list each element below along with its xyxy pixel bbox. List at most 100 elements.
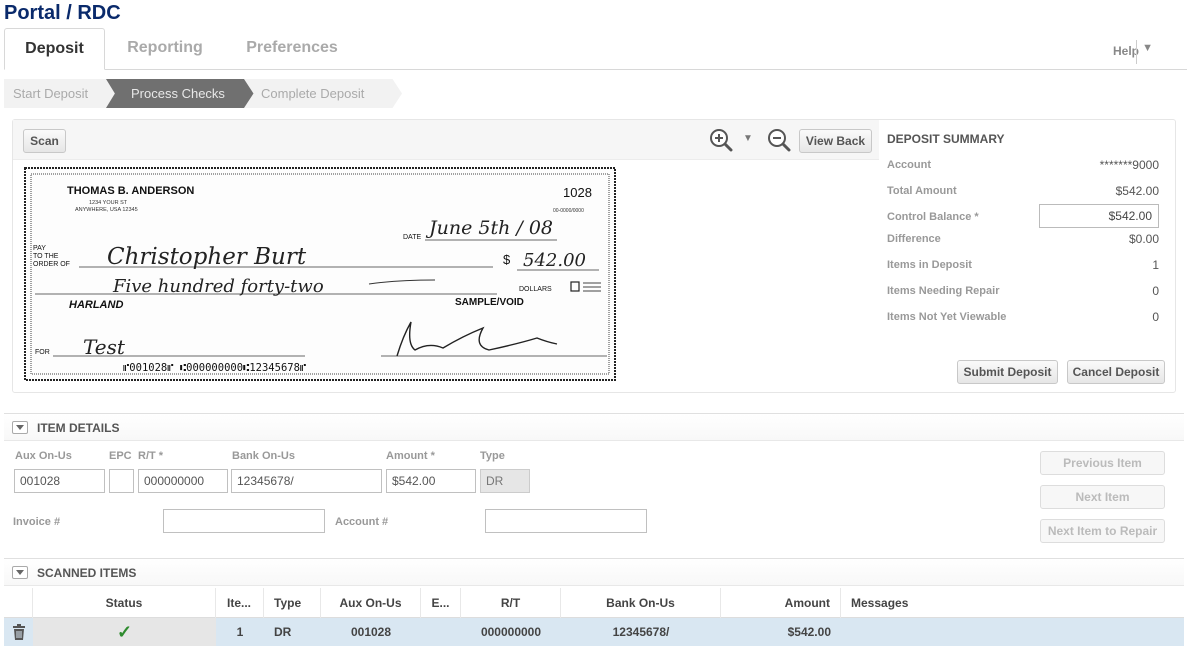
column-header-type[interactable]: Type [264,588,321,618]
epc-label: EPC [109,450,132,462]
summary-repair-label: Items Needing Repair [887,285,1000,297]
summary-items-value: 1 [1152,258,1159,272]
cell-messages [841,618,1184,646]
check-micr-line: ⑈001028⑈ ⑆000000000⑆12345678⑈ [123,362,307,374]
check-toolbar: Scan ▼ View Back [13,120,879,160]
account-number-input[interactable] [485,509,647,533]
summary-account-value: *******9000 [1099,158,1159,172]
step-process-checks: Process Checks [106,79,254,108]
check-fraction-code: 00-0000/0000 [553,208,584,214]
cancel-deposit-button[interactable]: Cancel Deposit [1067,360,1165,384]
type-field [480,469,530,493]
invoice-input[interactable] [163,509,325,533]
column-header-rt[interactable]: R/T [461,588,561,618]
check-dollar-sign: $ [503,252,511,267]
column-header-status[interactable]: Status [33,588,216,618]
summary-account-label: Account [887,159,931,171]
column-header-amount[interactable]: Amount [721,588,841,618]
cell-aux-on-us: 001028 [350,625,392,639]
check-to-the-label: TO THE [33,253,59,260]
step-complete-deposit: Complete Deposit [244,79,402,108]
scanned-items-header: SCANNED ITEMS [4,558,1184,586]
scan-button[interactable]: Scan [23,129,66,153]
epc-input[interactable] [109,469,134,493]
view-back-button[interactable]: View Back [799,129,872,153]
rt-input[interactable] [138,469,228,493]
item-details-header: ITEM DETAILS [4,413,1184,441]
cell-rt: 000000000 [480,625,542,639]
previous-item-button[interactable]: Previous Item [1040,451,1165,475]
account-number-label: Account # [335,516,389,528]
page-title: Portal / RDC [4,2,121,24]
check-memo-handwritten: Test [83,335,126,359]
cell-epc [421,618,461,646]
column-header-epc[interactable]: E... [421,588,461,618]
check-dollars-label: DOLLARS [519,286,552,293]
summary-control-balance-label: Control Balance * [887,211,979,223]
summary-not-viewable-label: Items Not Yet Viewable [887,311,1007,323]
zoom-menu-arrow-icon[interactable]: ▼ [743,133,753,144]
scanned-items-collapse-icon[interactable] [12,566,28,579]
zoom-out-icon[interactable] [767,128,791,152]
next-item-to-repair-button[interactable]: Next Item to Repair [1040,519,1165,543]
aux-on-us-label: Aux On-Us [15,450,72,462]
check-payer-address-line2: ANYWHERE, USA 12345 [75,207,138,213]
summary-repair-value: 0 [1152,284,1159,298]
summary-items-label: Items in Deposit [887,259,972,271]
scanned-items-grid-header: Status Ite... Type Aux On-Us E... R/T Ba… [4,588,1184,618]
deposit-summary-heading: DEPOSIT SUMMARY [887,132,1005,146]
rt-label: R/T * [138,450,164,462]
main-tabs: Deposit Reporting Preferences Help ▼ [4,28,1187,70]
check-memo-label: FOR [35,349,50,356]
help-divider [1136,40,1137,64]
column-header-actions [4,588,33,618]
check-image: THOMAS B. ANDERSON 1234 YOUR ST ANYWHERE… [17,160,619,388]
cell-bank-on-us: 12345678/ [612,625,670,639]
check-payer-name: THOMAS B. ANDERSON [67,185,194,197]
check-panel: Scan ▼ View Back THOMAS B. ANDERSON 1234… [12,119,1176,393]
aux-on-us-input[interactable] [14,469,105,493]
check-bank-name: HARLAND [69,299,123,311]
summary-total-value: $542.00 [1115,184,1159,198]
check-amount-written: Five hundred forty-two [112,276,324,297]
summary-not-viewable-value: 0 [1152,310,1159,324]
cell-item: 1 [236,625,244,639]
cell-amount: $542.00 [787,625,831,639]
check-amount-numeric: 542.00 [523,250,586,271]
tab-deposit[interactable]: Deposit [4,28,105,70]
zoom-in-icon[interactable] [709,128,733,152]
submit-deposit-button[interactable]: Submit Deposit [957,360,1058,384]
status-check-icon: ✓ [33,618,216,646]
step-start-deposit[interactable]: Start Deposit [4,79,116,108]
column-header-bank-on-us[interactable]: Bank On-Us [561,588,721,618]
invoice-label: Invoice # [13,516,61,528]
column-header-messages[interactable]: Messages [841,588,1184,618]
column-header-item[interactable]: Ite... [216,588,264,618]
item-details-title: ITEM DETAILS [37,421,120,435]
control-balance-input[interactable] [1039,204,1159,228]
column-header-aux-on-us[interactable]: Aux On-Us [321,588,421,618]
check-date-handwritten: June 5th / 08 [425,217,553,239]
tab-reporting[interactable]: Reporting [114,28,216,70]
type-label: Type [480,450,505,462]
cell-type: DR [274,625,292,639]
bank-on-us-input[interactable] [231,469,382,493]
check-number: 1028 [563,185,592,200]
amount-label: Amount * [386,450,435,462]
tab-preferences[interactable]: Preferences [232,28,352,70]
check-payee-handwritten: Christopher Burt [107,244,307,270]
table-row[interactable]: ✓ 1 DR 001028 000000000 12345678/ $542.0… [4,618,1184,646]
scanned-items-title: SCANNED ITEMS [37,566,137,580]
bank-on-us-label: Bank On-Us [232,450,295,462]
next-item-button[interactable]: Next Item [1040,485,1165,509]
amount-input[interactable] [386,469,476,493]
check-payer-address-line1: 1234 YOUR ST [89,200,128,206]
trash-icon[interactable] [12,624,26,640]
item-details-collapse-icon[interactable] [12,421,28,434]
check-order-of-label: ORDER OF [33,261,70,268]
help-menu-arrow-icon[interactable]: ▼ [1142,42,1153,54]
check-sample-void: SAMPLE/VOID [455,297,524,308]
check-date-label: DATE [403,234,421,241]
summary-difference-label: Difference [887,233,941,245]
check-pay-label: PAY [33,245,46,252]
